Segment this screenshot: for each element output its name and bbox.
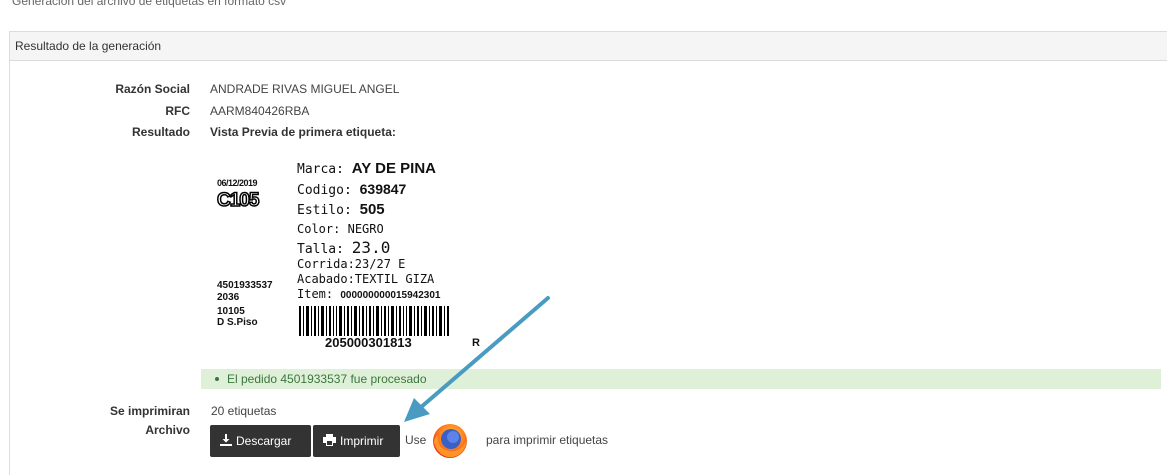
razon-social-label: Razón Social [115,82,190,96]
label-marca-key: Marca: [297,162,344,177]
label-talla: Talla: 23.0 [297,238,390,257]
download-label: Descargar [236,434,292,448]
bullet-icon [215,377,219,381]
print-label: Imprimir [340,434,384,448]
label-code: C105 [216,189,260,212]
label-corrida: Corrida:23/27 E [297,257,406,271]
panel-title: Resultado de la generación [10,32,1167,61]
previous-section-header: Generación del archivo de etiquetas en f… [0,0,1167,18]
label-side-4: D S.Piso [217,317,258,328]
barcode-image [299,306,449,336]
resultado-label: Resultado [131,125,190,139]
hint-suffix: para imprimir etiquetas [486,433,609,447]
archivo-label: Archivo [145,423,190,437]
label-marca: Marca: AY DE PINA [297,160,436,177]
label-item-key: Item: [297,287,334,301]
label-r-mark: R [472,337,480,349]
print-button[interactable]: Imprimir [313,425,400,457]
hint-use: Use [405,433,427,447]
alert-message: El pedido 4501933537 fue procesado [227,372,427,386]
label-side-1: 4501933537 [217,280,273,291]
rfc-label: RFC [165,104,190,118]
label-estilo: Estilo: 505 [297,201,385,218]
label-side-3: 10105 [217,306,245,317]
resultado-value: Vista Previa de primera etiqueta: [210,125,396,139]
label-item: Item: 000000000015942301 [297,287,440,301]
barcode-number: 205000301813 [325,335,412,350]
label-side-2: 2036 [217,292,240,303]
label-marca-value: AY DE PINA [351,160,436,177]
se-imprimiran-label: Se imprimiran [109,404,190,418]
label-acabado: Acabado:TEXTIL GIZA [297,272,435,286]
rfc-value: AARM840426RBA [210,104,310,118]
success-alert: El pedido 4501933537 fue procesado [201,369,1161,389]
label-color: Color: NEGRO [297,222,384,236]
label-color-value: NEGRO [347,222,384,236]
label-estilo-value: 505 [359,201,385,218]
print-icon [323,426,336,458]
se-imprimiran-value: 20 etiquetas [211,404,277,418]
label-talla-value: 23.0 [351,238,391,257]
label-estilo-key: Estilo: [297,203,352,218]
label-talla-key: Talla: [297,242,344,257]
razon-social-value: ANDRADE RIVAS MIGUEL ANGEL [210,82,400,96]
label-preview: 06/12/2019 C105 Marca: AY DE PINA Codigo… [207,160,480,360]
label-codigo-key: Codigo: [297,183,352,198]
label-color-key: Color: [297,222,341,236]
label-codigo: Codigo: 639847 [297,181,406,198]
label-item-value: 000000000015942301 [340,290,441,301]
label-date: 06/12/2019 [217,178,258,188]
firefox-icon [433,424,467,458]
label-codigo-value: 639847 [359,181,407,197]
previous-section-title: Generación del archivo de etiquetas en f… [12,0,287,8]
download-button[interactable]: Descargar [210,425,311,457]
download-icon [220,426,232,458]
